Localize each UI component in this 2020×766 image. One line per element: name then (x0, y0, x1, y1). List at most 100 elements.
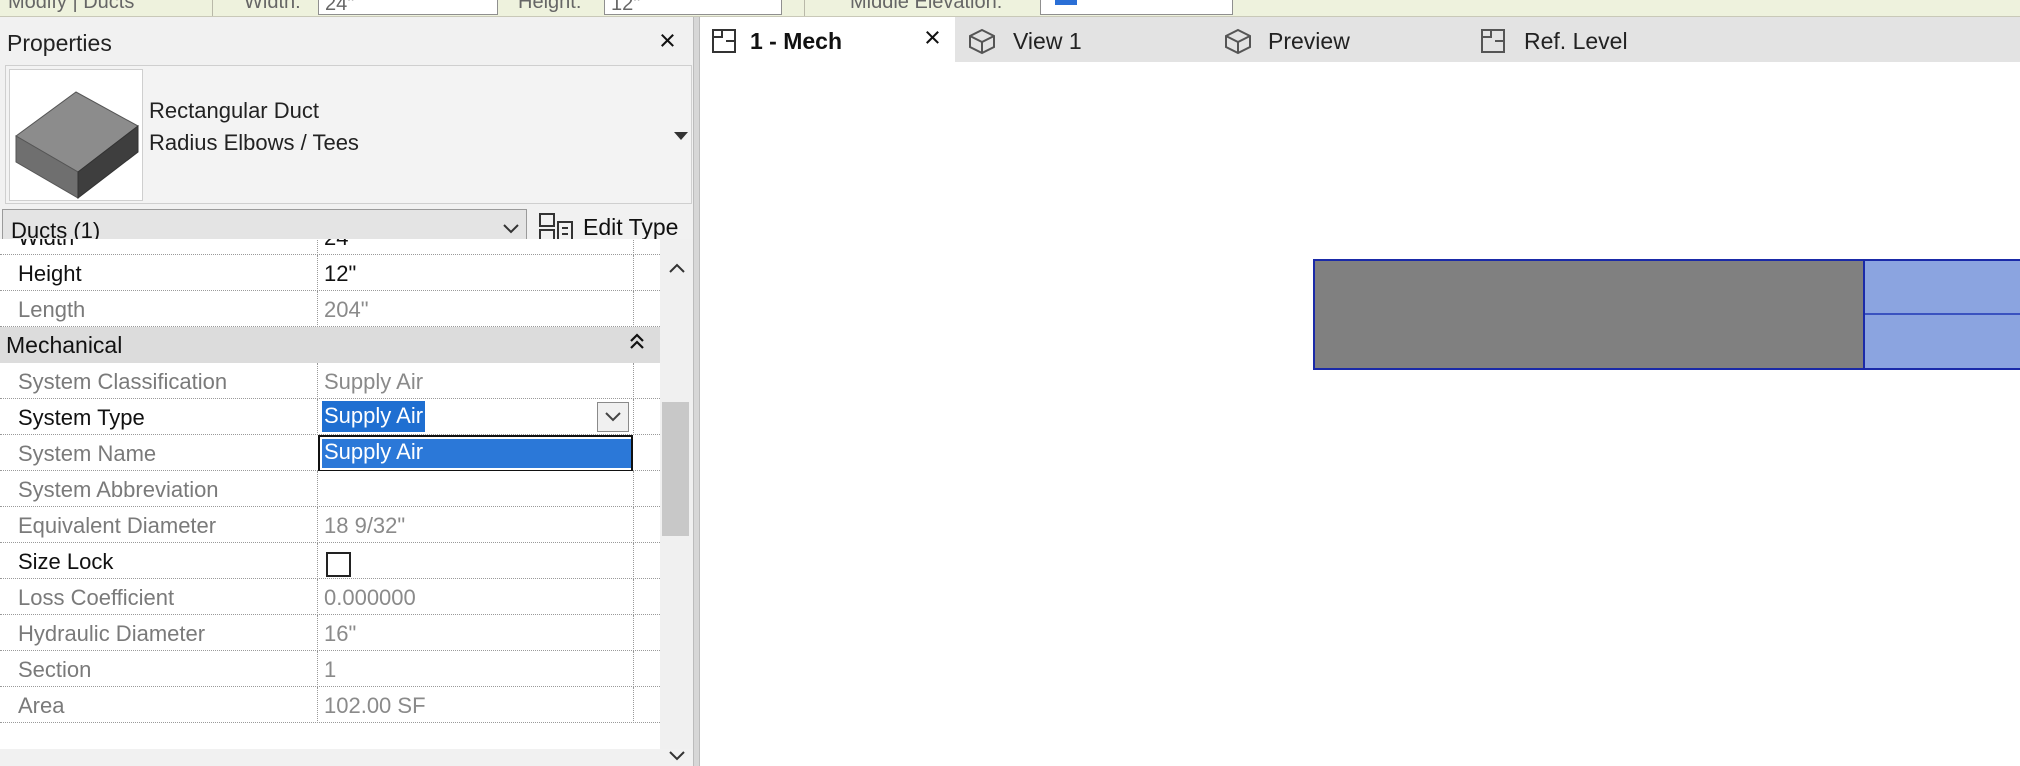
divider (633, 399, 634, 435)
property-row-loss-coefficient: Loss Coefficient 0.000000 (0, 579, 660, 615)
property-name: Section (18, 657, 92, 682)
tab-ref-level[interactable]: Ref. Level (1467, 17, 1723, 62)
type-family-name: Rectangular Duct (149, 98, 319, 123)
property-row-system-name[interactable]: System Name Supply Air (0, 435, 660, 472)
group-label: Mechanical (6, 332, 123, 358)
property-value: 18 9/32" (324, 513, 406, 538)
divider (633, 291, 634, 327)
duct-segment[interactable] (1313, 259, 1865, 370)
height-field[interactable]: 12" (604, 0, 782, 15)
middle-elevation-field[interactable] (1040, 0, 1233, 15)
drawing-canvas[interactable] (700, 62, 2020, 766)
options-bar: Modify | Ducts Width: 24" Height: 12" Mi… (0, 0, 2020, 17)
close-icon[interactable]: × (659, 25, 676, 58)
divider (317, 239, 318, 255)
height-field-value: 12" (611, 0, 641, 15)
tab-view-1[interactable]: View 1 (955, 17, 1211, 62)
tab-label: 1 - Mech (750, 28, 843, 54)
system-name-value: Supply Air (322, 439, 631, 468)
property-row-system-abbreviation: System Abbreviation (0, 471, 660, 507)
tab-1-mech[interactable]: 1 - Mech × (700, 17, 955, 62)
tab-label: Preview (1268, 28, 1350, 54)
divider (633, 651, 634, 687)
property-name: System Type (18, 405, 145, 430)
tab-label: View 1 (1013, 28, 1082, 54)
width-field[interactable]: 24" (318, 0, 498, 15)
divider (633, 615, 634, 651)
height-label: Height: (518, 0, 582, 13)
collapse-icon[interactable] (628, 331, 646, 359)
chevron-up-icon[interactable] (668, 261, 686, 275)
divider (317, 651, 318, 687)
property-name: Height (18, 261, 82, 286)
divider (317, 579, 318, 615)
selected-duct-segment[interactable] (1865, 259, 2020, 370)
divider (633, 471, 634, 507)
divider (633, 543, 634, 579)
property-row-system-classification: System Classification Supply Air (0, 363, 660, 399)
divider (633, 239, 634, 255)
property-value[interactable]: 24" (324, 239, 356, 251)
property-name: Width (18, 239, 74, 251)
property-value: Supply Air (324, 369, 424, 394)
property-row-height[interactable]: Height 12" (0, 255, 660, 291)
tab-label: Ref. Level (1524, 28, 1628, 54)
properties-title: Properties (7, 30, 112, 56)
divider (804, 0, 805, 16)
property-row-equivalent-diameter: Equivalent Diameter 18 9/32" (0, 507, 660, 543)
property-row-width[interactable]: Width 24" (0, 239, 660, 255)
context-label: Modify | Ducts (8, 0, 135, 13)
divider (633, 363, 634, 399)
chevron-down-icon (503, 224, 519, 234)
type-name: Radius Elbows / Tees (149, 130, 359, 155)
group-header-mechanical[interactable]: Mechanical (0, 327, 660, 363)
property-value[interactable]: 12" (324, 261, 356, 287)
property-name: System Name (18, 441, 157, 466)
type-selector[interactable]: Rectangular Duct Radius Elbows / Tees (5, 65, 692, 204)
property-name: Equivalent Diameter (18, 513, 217, 538)
system-name-input[interactable]: Supply Air (318, 435, 633, 472)
property-grid: Width 24" Height 12" Length 204" Mechani… (0, 239, 660, 749)
divider (317, 255, 318, 291)
property-row-area: Area 102.00 SF (0, 687, 660, 723)
system-type-select[interactable]: Supply Air (322, 401, 426, 432)
property-grid-scrollbar[interactable] (660, 239, 693, 761)
divider (317, 399, 318, 435)
property-value: 16" (324, 621, 357, 646)
floor-plan-icon (712, 29, 736, 53)
property-row-system-type[interactable]: System Type Supply Air (0, 399, 660, 435)
property-row-length: Length 204" (0, 291, 660, 327)
divider (633, 255, 634, 291)
chevron-down-icon[interactable] (668, 749, 686, 763)
property-name: Hydraulic Diameter (18, 621, 206, 646)
3d-view-icon (969, 28, 995, 55)
3d-view-icon (1225, 28, 1251, 55)
dropdown-button[interactable] (597, 402, 629, 432)
divider (633, 687, 634, 723)
divider (317, 543, 318, 579)
divider (317, 615, 318, 651)
property-row-hydraulic-diameter: Hydraulic Diameter 16" (0, 615, 660, 651)
edit-type-label: Edit Type (583, 214, 679, 240)
size-lock-checkbox[interactable] (326, 552, 351, 577)
property-value: 1 (324, 657, 337, 682)
property-name: System Classification (18, 369, 228, 394)
width-label: Width: (244, 0, 301, 13)
close-icon[interactable]: × (924, 22, 941, 55)
property-row-section: Section 1 (0, 651, 660, 687)
chevron-down-icon[interactable] (674, 132, 688, 140)
view-tabs: 1 - Mech × View 1 Preview Ref. Level (700, 17, 2020, 62)
property-row-size-lock[interactable]: Size Lock (0, 543, 660, 579)
duct-centerline (1865, 313, 2020, 315)
divider (317, 471, 318, 507)
panel-splitter[interactable] (693, 17, 700, 766)
divider (633, 579, 634, 615)
divider (317, 507, 318, 543)
property-name: System Abbreviation (18, 477, 219, 502)
divider (317, 687, 318, 723)
divider (317, 363, 318, 399)
scrollbar-thumb[interactable] (662, 402, 689, 536)
property-value: 0.000000 (324, 585, 416, 610)
property-name: Length (18, 297, 86, 322)
tab-preview[interactable]: Preview (1211, 17, 1467, 62)
